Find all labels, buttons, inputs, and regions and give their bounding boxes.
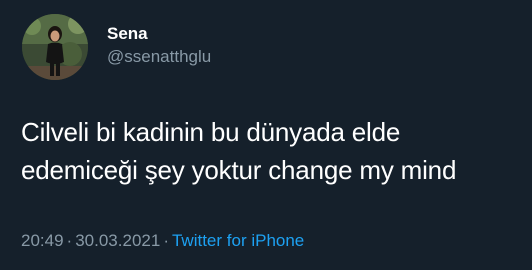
tweet-time[interactable]: 20:49	[21, 231, 64, 250]
meta-separator: ·	[163, 231, 169, 250]
user-handle[interactable]: @ssenatthglu	[107, 47, 211, 67]
display-name[interactable]: Sena	[107, 24, 148, 44]
tweet-text-line-1: Cilveli bi kadinin bu dünyada elde	[21, 117, 401, 147]
avatar-photo	[22, 14, 88, 80]
tweet-date[interactable]: 30.03.2021	[75, 231, 160, 250]
tweet-card: Sena @ssenatthglu Cilveli bi kadinin bu …	[0, 0, 532, 270]
tweet-text-line-2: edemiceği şey yoktur change my mind	[21, 155, 457, 185]
meta-separator: ·	[66, 231, 73, 250]
avatar[interactable]	[22, 14, 88, 80]
tweet-meta: 20:49 · 30.03.2021 · Twitter for iPhone	[21, 230, 304, 252]
tweet-text: Cilveli bi kadinin bu dünyada elde edemi…	[21, 113, 526, 189]
tweet-source-link[interactable]: Twitter for iPhone	[172, 231, 304, 250]
